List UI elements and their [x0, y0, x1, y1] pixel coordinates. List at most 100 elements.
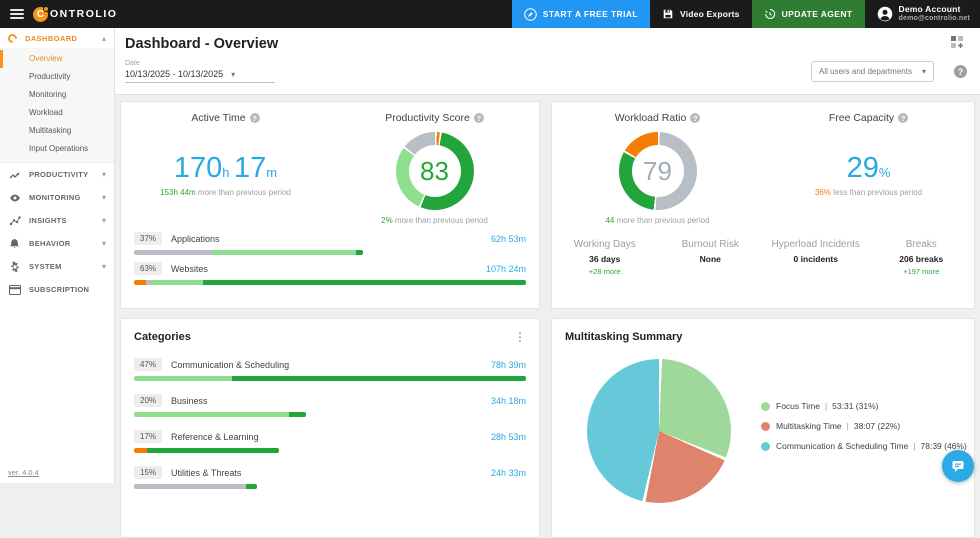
workload-ratio-delta: 44 more than previous period: [605, 216, 709, 225]
workload-ratio-donut: 79: [619, 132, 697, 210]
page-title: Dashboard - Overview: [125, 36, 278, 52]
websites-percent-badge: 63%: [134, 262, 162, 275]
help-icon[interactable]: ?: [898, 113, 908, 123]
legend-dot: [761, 442, 770, 451]
applications-bar: [134, 250, 363, 255]
account-email: demo@controlio.net: [899, 15, 970, 24]
categories-card: Categories ⋮ 47% Communication & Schedul…: [120, 318, 540, 538]
workload-ratio-title: Workload Ratio?: [615, 112, 701, 124]
category-value: 34h 18m: [491, 396, 526, 406]
logo-c-icon: C: [33, 7, 48, 22]
help-icon[interactable]: ?: [474, 113, 484, 123]
burnout-risk-stat: Burnout Risk None: [658, 239, 764, 276]
active-time-card: Active Time? 170h 17m 153h 44m more than…: [120, 101, 540, 309]
caret-down-icon: ▾: [922, 67, 926, 76]
sidebar-section-productivity[interactable]: PRODUCTIVITY ▾: [0, 163, 114, 186]
sidebar-item-monitoring-sub[interactable]: Monitoring: [0, 86, 114, 104]
help-icon[interactable]: ?: [690, 113, 700, 123]
category-percent-badge: 20%: [134, 394, 162, 407]
chat-button[interactable]: [942, 450, 974, 482]
legend-item-focus-time: Focus Time|53:31 (31%): [761, 401, 967, 411]
applications-row: 37% Applications 62h 53m: [121, 232, 539, 255]
chevron-down-icon: ▾: [102, 170, 106, 179]
sidebar-section-monitoring[interactable]: MONITORING ▾: [0, 186, 114, 209]
category-bar: [134, 412, 306, 417]
legend-item-multitasking-time: Multitasking Time|38:07 (22%): [761, 421, 967, 431]
websites-label: Websites: [171, 264, 208, 274]
chat-bubble-icon: [951, 459, 965, 473]
subscription-card-icon: [8, 283, 21, 296]
chevron-down-icon: ▾: [102, 262, 106, 271]
category-percent-badge: 15%: [134, 466, 162, 479]
category-label: Utilities & Threats: [171, 468, 241, 478]
user-avatar-icon: [877, 6, 893, 22]
hamburger-menu-icon[interactable]: [10, 9, 24, 19]
category-bar: [134, 484, 257, 489]
sidebar-section-insights[interactable]: INSIGHTS ▾: [0, 209, 114, 232]
productivity-score-delta: 2% more than previous period: [381, 216, 488, 225]
version-link[interactable]: ver. 4.0.4: [8, 468, 39, 477]
workload-ratio-value: 79: [643, 156, 672, 187]
category-row: 17% Reference & Learning 28h 53m: [121, 430, 539, 453]
help-icon[interactable]: ?: [250, 113, 260, 123]
video-exports-button[interactable]: Video Exports: [650, 0, 752, 28]
trending-up-icon: [8, 168, 21, 181]
pencil-icon: [524, 8, 537, 21]
users-departments-value: All users and departments: [819, 67, 912, 76]
sidebar: DASHBOARD ▴ Overview Productivity Monito…: [0, 28, 115, 483]
multitasking-pie-chart: [587, 359, 731, 503]
free-capacity-value: 29%: [847, 154, 891, 183]
sidebar-section-subscription[interactable]: SUBSCRIPTION: [0, 278, 114, 301]
sidebar-section-system[interactable]: SYSTEM ▾: [0, 255, 114, 278]
breaks-stat: Breaks 206 breaks +197 more: [869, 239, 975, 276]
sidebar-item-input-operations[interactable]: Input Operations: [0, 140, 114, 158]
multitasking-summary-card: Multitasking Summary Focus Time|53:31 (3…: [551, 318, 975, 538]
working-days-stat: Working Days 36 days +28 more: [552, 239, 658, 276]
hyperload-incidents-stat: Hyperload Incidents 0 incidents: [763, 239, 869, 276]
help-icon[interactable]: ?: [954, 65, 967, 78]
add-widget-icon[interactable]: [950, 35, 964, 54]
category-row: 15% Utilities & Threats 24h 33m: [121, 466, 539, 489]
websites-bar: [134, 280, 526, 285]
sidebar-item-workload[interactable]: Workload: [0, 104, 114, 122]
active-time-delta: 153h 44m more than previous period: [160, 188, 291, 197]
kebab-menu-icon[interactable]: ⋮: [514, 332, 526, 342]
active-time-title: Active Time?: [191, 112, 259, 124]
account-name: Demo Account: [899, 4, 970, 15]
account-menu[interactable]: Demo Account demo@controlio.net: [865, 0, 980, 28]
category-value: 24h 33m: [491, 468, 526, 478]
category-value: 28h 53m: [491, 432, 526, 442]
chevron-down-icon: ▾: [102, 216, 106, 225]
start-free-trial-label: START A FREE TRIAL: [543, 9, 638, 19]
active-time-value: 170h 17m: [174, 154, 277, 183]
logo-text: ONTROLIO: [50, 8, 117, 20]
legend-dot: [761, 402, 770, 411]
category-row: 47% Communication & Scheduling 78h 39m: [121, 358, 539, 381]
date-label: Date: [125, 60, 140, 67]
gear-icon: [8, 260, 21, 273]
save-icon: [662, 8, 674, 20]
multitasking-summary-title: Multitasking Summary: [565, 331, 682, 343]
sidebar-section-behavior[interactable]: BEHAVIOR ▾: [0, 232, 114, 255]
update-agent-label: UPDATE AGENT: [782, 9, 853, 19]
controlio-logo[interactable]: C ONTROLIO: [33, 7, 117, 22]
caret-down-icon: ▾: [231, 70, 235, 79]
legend-dot: [761, 422, 770, 431]
workload-ratio-card: Workload Ratio? 79 44 more than previous…: [551, 101, 975, 309]
dashboard-submenu: Overview Productivity Monitoring Workloa…: [0, 48, 114, 163]
main-header: Dashboard - Overview Date 10/13/2025 - 1…: [115, 28, 980, 95]
category-label: Communication & Scheduling: [171, 360, 289, 370]
sidebar-item-dashboard[interactable]: DASHBOARD ▴: [0, 28, 114, 48]
sidebar-item-overview[interactable]: Overview: [0, 50, 114, 68]
start-free-trial-button[interactable]: START A FREE TRIAL: [512, 0, 650, 28]
users-departments-select[interactable]: All users and departments ▾: [811, 61, 934, 82]
date-range-picker[interactable]: 10/13/2025 - 10/13/2025 ▾: [125, 69, 275, 83]
insights-icon: [8, 214, 21, 227]
applications-percent-badge: 37%: [134, 232, 162, 245]
sidebar-item-multitasking[interactable]: Multitasking: [0, 122, 114, 140]
category-percent-badge: 47%: [134, 358, 162, 371]
category-bar: [134, 448, 279, 453]
update-agent-button[interactable]: UPDATE AGENT: [752, 0, 865, 28]
sidebar-item-productivity-sub[interactable]: Productivity: [0, 68, 114, 86]
date-range-value: 10/13/2025 - 10/13/2025: [125, 69, 223, 79]
